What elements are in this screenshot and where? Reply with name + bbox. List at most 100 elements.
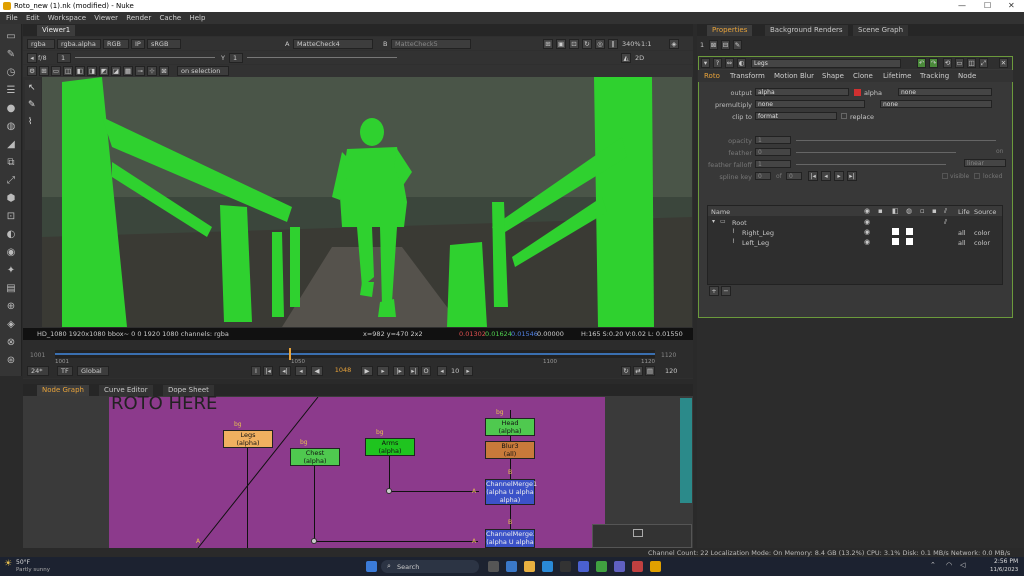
max-panels-field[interactable]: 1: [700, 41, 704, 49]
weather-desc[interactable]: Partly sunny: [16, 567, 50, 573]
teams-icon[interactable]: [578, 561, 589, 572]
bezier-icon[interactable]: ✎: [28, 100, 36, 110]
pin-icon[interactable]: ▦: [123, 66, 133, 76]
wipe-icon[interactable]: ⊞: [543, 39, 553, 49]
store-icon[interactable]: [560, 561, 571, 572]
close-panel-icon[interactable]: ✕: [999, 58, 1008, 68]
pin-panel-icon[interactable]: ⊠: [709, 40, 718, 50]
current-frame-field[interactable]: 1048: [329, 366, 357, 376]
step-back-icon[interactable]: ◂: [437, 366, 447, 376]
gain-icon[interactable]: ◂: [27, 53, 37, 63]
range-start[interactable]: 1001: [30, 352, 45, 359]
edit-panel-icon[interactable]: ✎: [733, 40, 742, 50]
metadata-icon[interactable]: ◉: [4, 246, 18, 260]
prev-keyframe-icon[interactable]: ◂|: [279, 366, 291, 376]
grid-icon[interactable]: ⊞: [39, 66, 49, 76]
clock-time[interactable]: 2:56 PM: [994, 558, 1018, 565]
timeline-track[interactable]: [55, 348, 655, 360]
node-legs[interactable]: Legs (alpha): [223, 430, 273, 448]
chrome-icon[interactable]: [596, 561, 607, 572]
key-prev-icon[interactable]: ◂: [821, 171, 831, 181]
clear-panels-icon[interactable]: ⊟: [721, 40, 730, 50]
alpha-dropdown[interactable]: rgba.alpha: [57, 39, 101, 49]
tab-transform[interactable]: Transform: [730, 72, 765, 80]
key-last-icon[interactable]: ▸|: [847, 171, 857, 181]
output-dropdown[interactable]: alpha: [755, 88, 849, 96]
channels-dropdown[interactable]: rgba: [27, 39, 55, 49]
node-blur3[interactable]: Blur3 (all): [485, 441, 535, 459]
expand-icon[interactable]: ⤢: [979, 58, 988, 68]
viewer-lock-icon[interactable]: ⊠: [159, 66, 169, 76]
zoom-readout[interactable]: 340%: [622, 40, 641, 48]
viewer-image[interactable]: [42, 77, 692, 327]
menu-render[interactable]: Render: [126, 14, 151, 22]
menu-edit[interactable]: Edit: [26, 14, 40, 22]
taskbar-search[interactable]: ⌕ Search: [381, 560, 479, 573]
view-mode[interactable]: 2D: [635, 54, 644, 62]
edge-icon[interactable]: [542, 561, 553, 572]
tab-scene-graph[interactable]: Scene Graph: [853, 25, 909, 36]
collapse-icon[interactable]: ▾: [701, 58, 710, 68]
node-chest[interactable]: Chest (alpha): [290, 448, 340, 466]
feather-slider[interactable]: [796, 152, 956, 153]
node-arms[interactable]: Arms (alpha): [365, 438, 415, 456]
tab-lifetime[interactable]: Lifetime: [883, 72, 911, 80]
keyer-icon[interactable]: ◢: [4, 138, 18, 152]
wifi-icon[interactable]: ◠: [946, 561, 952, 569]
opacity-field[interactable]: 1: [755, 136, 791, 144]
next-frame-icon[interactable]: ▸: [377, 366, 389, 376]
fstop-readout[interactable]: f/8: [38, 54, 47, 62]
root-expand-icon[interactable]: ▾: [712, 218, 715, 225]
root-mb-icon[interactable]: ⫽: [944, 218, 947, 227]
in-point-icon[interactable]: I: [251, 366, 261, 376]
refresh-icon[interactable]: ↻: [582, 39, 592, 49]
dot-node-arms[interactable]: [386, 488, 392, 494]
premultiply-channel-dropdown[interactable]: none: [880, 100, 992, 108]
nuke-taskbar-icon[interactable]: [650, 561, 661, 572]
replace-checkbox[interactable]: [841, 113, 847, 119]
toolsets-icon[interactable]: ▤: [4, 282, 18, 296]
root-visible-icon[interactable]: ◉: [864, 218, 870, 226]
tab-roto[interactable]: Roto: [704, 72, 720, 80]
filter-icon[interactable]: ◍: [4, 120, 18, 134]
particles-icon[interactable]: ✦: [4, 264, 18, 278]
tree-row-root[interactable]: ▾ ▭ Root ◉ ⫽: [708, 218, 1002, 227]
menu-workspace[interactable]: Workspace: [48, 14, 86, 22]
merge-icon[interactable]: ⧉: [4, 156, 18, 170]
start-icon[interactable]: [366, 561, 377, 572]
deep-icon[interactable]: ◐: [4, 228, 18, 242]
app-icon-2[interactable]: [632, 561, 643, 572]
ip-button[interactable]: IP: [131, 39, 145, 49]
update-dropdown[interactable]: on selection: [177, 66, 229, 76]
nukex-icon[interactable]: ⊛: [4, 354, 18, 368]
left-leg-visible-icon[interactable]: ◉: [864, 238, 870, 246]
roi-icon[interactable]: ▣: [556, 39, 566, 49]
node-name-field[interactable]: Legs: [751, 59, 901, 68]
maximize-icon[interactable]: ☐: [984, 1, 991, 10]
a-input-dropdown[interactable]: MatteCheck4: [293, 39, 373, 49]
settings-icon[interactable]: ⚙: [27, 66, 37, 76]
restore-icon[interactable]: ▭: [955, 58, 964, 68]
minimap[interactable]: [592, 524, 692, 548]
featherfalloff-field[interactable]: 1: [755, 160, 791, 168]
fps-dropdown[interactable]: 24*: [27, 366, 49, 376]
tab-properties[interactable]: Properties: [707, 25, 753, 36]
gain-slider[interactable]: [75, 57, 215, 58]
gamma-slider[interactable]: [247, 57, 397, 58]
weather-temp[interactable]: 50°F: [16, 559, 30, 566]
safe-icon[interactable]: ▭: [51, 66, 61, 76]
minimap-viewport[interactable]: [633, 529, 643, 537]
right-leg-color-swatch[interactable]: [906, 228, 913, 235]
teal-backdrop[interactable]: [680, 398, 692, 503]
tab-node-graph[interactable]: Node Graph: [37, 385, 89, 396]
help-icon[interactable]: ?: [713, 58, 722, 68]
draw-icon[interactable]: ✎: [4, 48, 18, 62]
3d-view-icon[interactable]: ◭: [621, 53, 631, 63]
left-leg-color-swatch[interactable]: [906, 238, 913, 245]
volume-icon[interactable]: ◁: [960, 561, 965, 569]
tab-motion-blur[interactable]: Motion Blur: [774, 72, 814, 80]
app-icon-1[interactable]: [614, 561, 625, 572]
furnace-icon[interactable]: ◈: [4, 318, 18, 332]
color-icon[interactable]: ●: [4, 102, 18, 116]
tab-node[interactable]: Node: [958, 72, 976, 80]
